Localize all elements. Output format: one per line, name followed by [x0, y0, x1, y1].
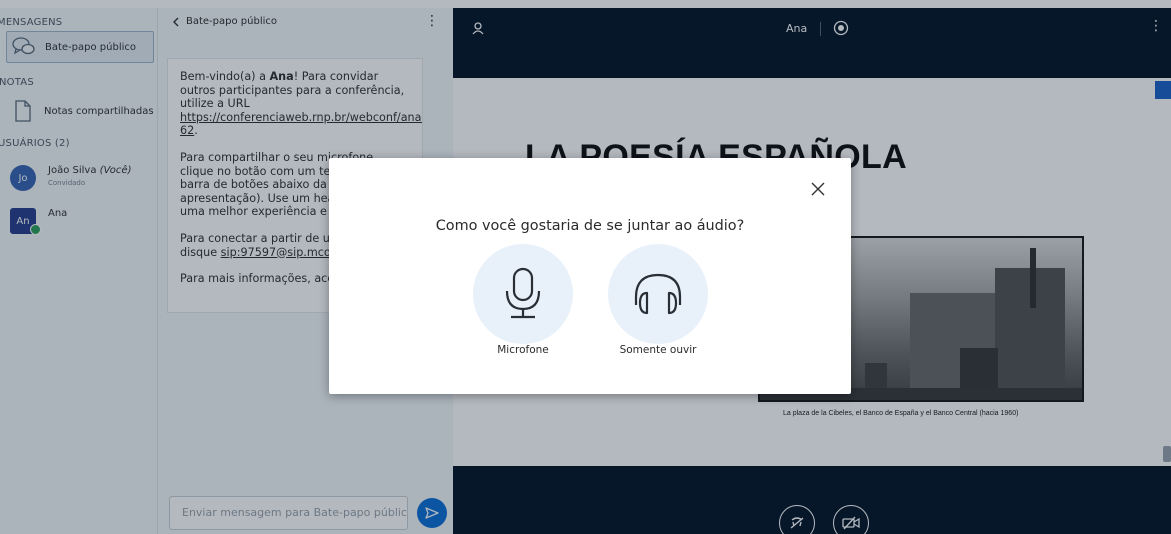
listen-only-option-label: Somente ouvir — [619, 344, 697, 356]
headphones-icon — [630, 271, 686, 317]
conference-app: MENSAGENS Bate-papo público NOTAS Notas … — [0, 0, 1171, 534]
microphone-option-label: Microfone — [497, 344, 549, 356]
join-audio-modal: Como você gostaria de se juntar ao áudio… — [329, 158, 851, 394]
microphone-option-circle[interactable] — [473, 244, 573, 344]
listen-only-option-circle[interactable] — [608, 244, 708, 344]
microphone-icon — [501, 267, 545, 321]
listen-only-option-button[interactable]: Somente ouvir — [608, 244, 708, 364]
microphone-option-button[interactable]: Microfone — [473, 244, 573, 364]
modal-title: Como você gostaria de se juntar ao áudio… — [435, 218, 745, 234]
close-icon[interactable] — [809, 180, 827, 198]
